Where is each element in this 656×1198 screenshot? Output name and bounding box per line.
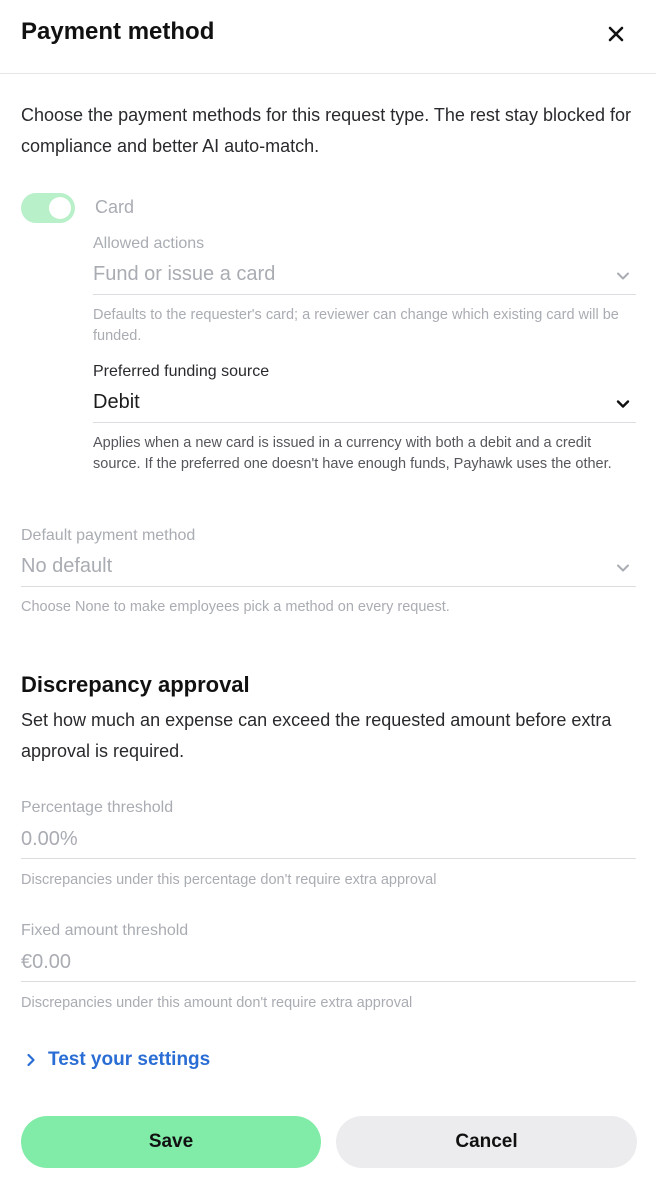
chevron-down-icon — [616, 400, 630, 408]
funding-source-label: Preferred funding source — [93, 363, 270, 380]
funding-source-select[interactable]: Debit — [93, 385, 636, 423]
fixed-threshold-input[interactable] — [21, 944, 636, 982]
section-description: Set how much an expense can exceed the r… — [21, 710, 612, 761]
funding-source-value: Debit — [93, 391, 140, 413]
intro-text: Choose the payment methods for this requ… — [21, 105, 631, 156]
percentage-threshold-input[interactable] — [21, 821, 636, 859]
dialog-header: Payment method — [0, 0, 656, 74]
page-title: Payment method — [21, 18, 215, 45]
percentage-threshold-label: Percentage threshold — [21, 799, 174, 816]
fixed-threshold-help: Discrepancies under this amount don't re… — [21, 995, 413, 1011]
allowed-actions-label: Allowed actions — [93, 235, 205, 252]
test-settings-link[interactable]: Test your settings — [21, 1046, 210, 1074]
default-payment-label: Default payment method — [21, 527, 196, 544]
close-icon — [608, 26, 624, 42]
toggle-knob — [49, 197, 71, 219]
fixed-threshold-label: Fixed amount threshold — [21, 922, 189, 939]
section-title: Discrepancy approval — [21, 672, 250, 697]
card-toggle-label: Card — [95, 197, 135, 217]
save-button[interactable]: Save — [21, 1116, 321, 1168]
test-settings-label: Test your settings — [48, 1049, 211, 1070]
close-button[interactable] — [600, 20, 632, 48]
chevron-down-icon — [617, 564, 629, 572]
default-payment-select[interactable]: No default — [21, 549, 636, 587]
chevron-down-icon — [617, 272, 629, 280]
allowed-actions-help: Defaults to the requester's card; a revi… — [93, 307, 619, 344]
allowed-actions-select[interactable]: Fund or issue a card — [93, 257, 636, 295]
card-toggle[interactable] — [21, 193, 75, 223]
percentage-threshold-help: Discrepancies under this percentage don'… — [21, 872, 437, 888]
default-payment-help: Choose None to make employees pick a met… — [21, 599, 450, 615]
chevron-right-icon — [27, 1053, 35, 1067]
cancel-button[interactable]: Cancel — [336, 1116, 637, 1168]
default-payment-value: No default — [21, 555, 113, 577]
allowed-actions-value: Fund or issue a card — [93, 263, 276, 285]
funding-source-help: Applies when a new card is issued in a c… — [93, 435, 612, 472]
